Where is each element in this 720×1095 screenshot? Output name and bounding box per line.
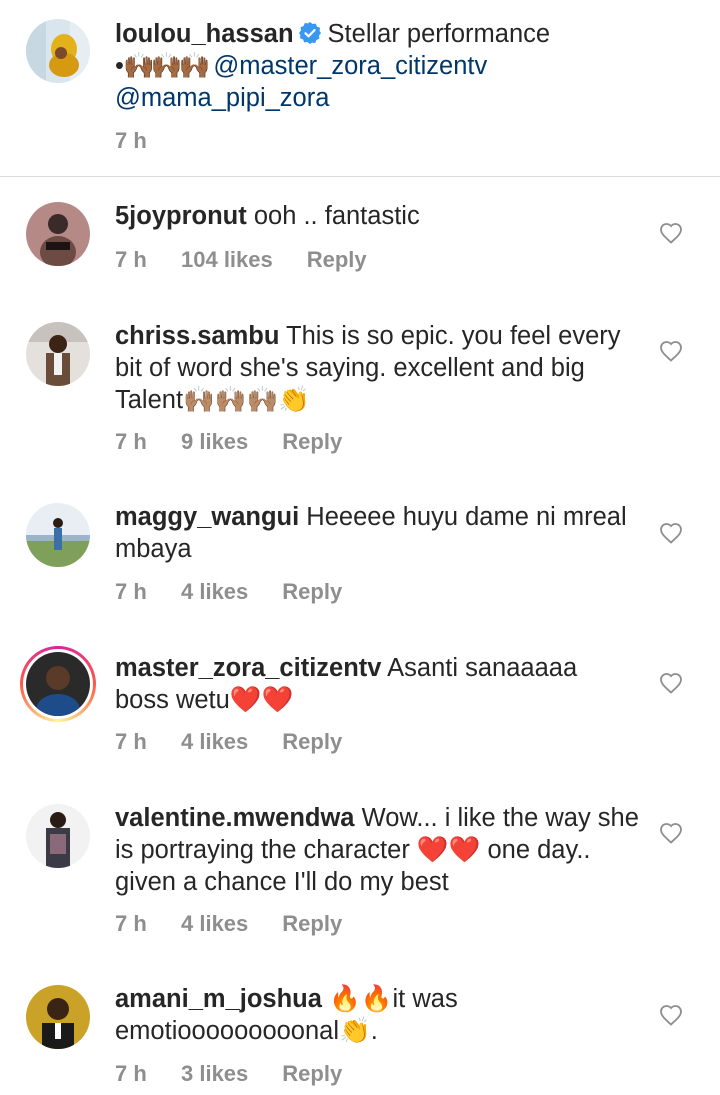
comment-username[interactable]: chriss.sambu [115,322,279,350]
reply-button[interactable]: Reply [282,429,342,455]
comment-likes[interactable]: 4 likes [181,579,248,605]
comment-time: 7 h [115,911,147,936]
comment-meta: 7 h 104 likes Reply [115,247,367,273]
comment-meta: 7 h 9 likes Reply [115,429,342,455]
comment-time: 7 h [115,247,147,272]
comment-text: 5joypronut ooh .. fantastic [115,200,635,232]
comment-time: 7 h [115,729,147,754]
caption-meta: 7 h [115,128,181,154]
comment-username[interactable]: maggy_wangui [115,503,299,531]
heart-outline-icon[interactable] [659,1004,683,1026]
caption-emoji: • 🙌🏾🙌🏾🙌🏾 [115,52,210,80]
comment-text: master_zora_citizentv Asanti sanaaaaa bo… [115,652,635,716]
reply-button[interactable]: Reply [282,1061,342,1087]
comment-username[interactable]: amani_m_joshua [115,985,322,1013]
mention-master-zora[interactable]: @master_zora_citizentv [213,52,487,80]
comment-username[interactable]: master_zora_citizentv [115,654,381,682]
comment-likes[interactable]: 4 likes [181,729,248,755]
comment-meta: 7 h 3 likes Reply [115,1061,342,1087]
reply-button[interactable]: Reply [282,579,342,605]
comment-time: 7 h [115,579,147,604]
comment-text: valentine.mwendwa Wow... i like the way … [115,802,645,898]
comment-avatar-master-zora[interactable] [20,646,96,722]
comment-likes[interactable]: 4 likes [181,911,248,937]
heart-outline-icon[interactable] [659,672,683,694]
reply-button[interactable]: Reply [307,247,367,273]
caption-username[interactable]: loulou_hassan [115,20,294,48]
comment-avatar-amani-m-joshua[interactable] [26,985,90,1049]
comment-likes[interactable]: 3 likes [181,1061,248,1087]
reply-button[interactable]: Reply [282,911,342,937]
comment-body: ooh .. fantastic [253,202,420,230]
caption-body: Stellar performance [327,20,551,48]
comment-time: 7 h [115,429,147,454]
heart-outline-icon[interactable] [659,522,683,544]
comment-likes[interactable]: 9 likes [181,429,248,455]
comment-avatar-5joypronut[interactable] [26,202,90,266]
comment-likes[interactable]: 104 likes [181,247,273,273]
heart-outline-icon[interactable] [659,340,683,362]
caption-avatar[interactable] [26,19,90,83]
reply-button[interactable]: Reply [282,729,342,755]
comment-avatar-valentine-mwendwa[interactable] [26,804,90,868]
comment-avatar-maggy-wangui[interactable] [26,503,90,567]
comment-avatar-chriss-sambu[interactable] [26,322,90,386]
comment-text: chriss.sambu This is so epic. you feel e… [115,320,645,416]
comment-time: 7 h [115,1061,147,1086]
comment-text: amani_m_joshua 🔥🔥it was emotiooooooooona… [115,983,635,1047]
comment-meta: 7 h 4 likes Reply [115,911,342,937]
verified-badge-icon [298,21,322,45]
comment-meta: 7 h 4 likes Reply [115,729,342,755]
heart-outline-icon[interactable] [659,822,683,844]
comment-username[interactable]: 5joypronut [115,202,247,230]
caption-text: loulou_hassan Stellar performance • 🙌🏾🙌🏾🙌… [115,18,705,114]
caption-divider [0,176,720,177]
heart-outline-icon[interactable] [659,222,683,244]
comment-username[interactable]: valentine.mwendwa [115,804,355,832]
caption-time: 7 h [115,128,147,153]
mention-mama-pipi-zora[interactable]: @mama_pipi_zora [115,84,329,112]
comment-text: maggy_wangui Heeeee huyu dame ni mreal m… [115,501,635,565]
post-caption: loulou_hassan Stellar performance • 🙌🏾🙌🏾🙌… [0,0,720,176]
comment-meta: 7 h 4 likes Reply [115,579,342,605]
